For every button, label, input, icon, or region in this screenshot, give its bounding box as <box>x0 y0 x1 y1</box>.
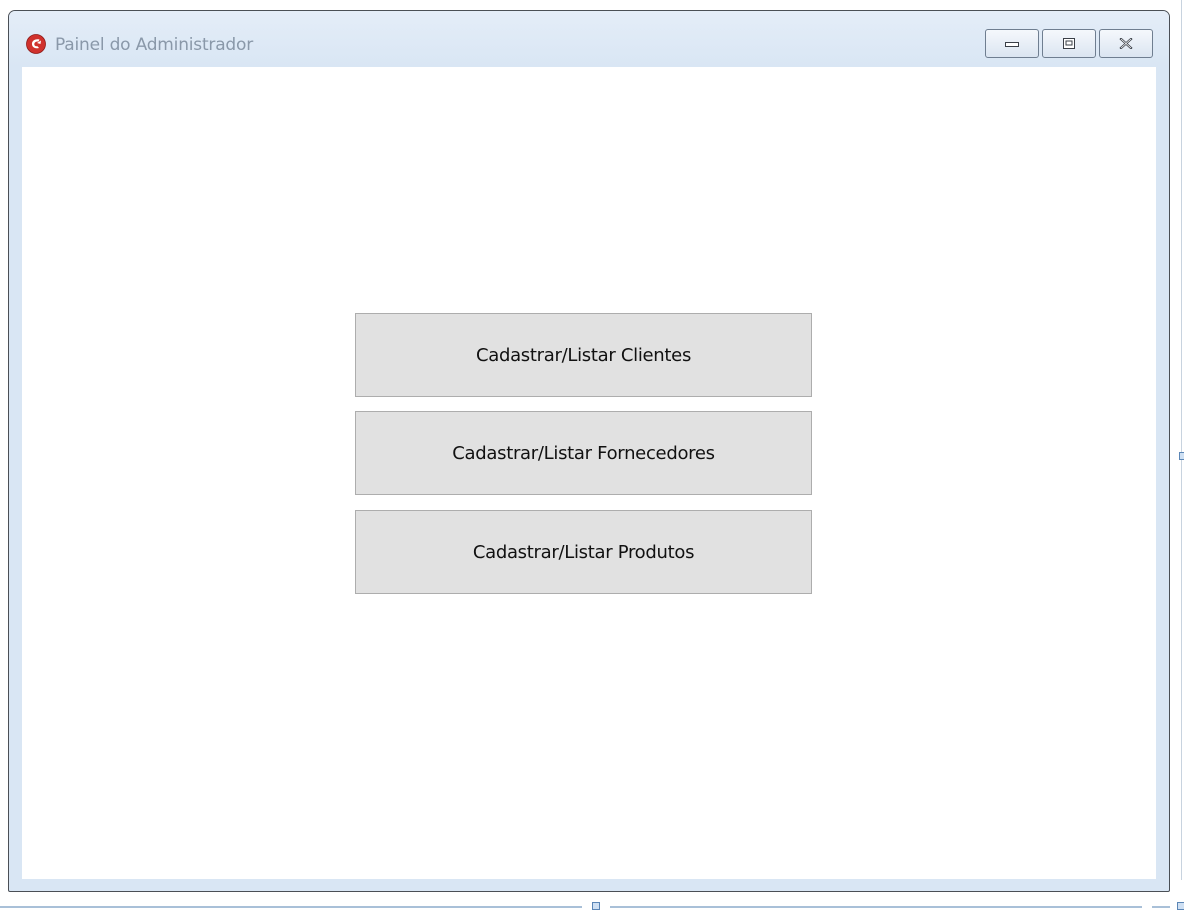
maximize-icon <box>1063 38 1075 49</box>
minimize-icon <box>1005 40 1019 48</box>
canvas-bottom-edge <box>610 906 1142 908</box>
canvas-bottom-edge <box>1152 906 1170 908</box>
caption-buttons <box>985 29 1153 58</box>
title-bar[interactable]: Painel do Administrador <box>9 11 1169 67</box>
canvas-resize-handle-corner[interactable] <box>1177 902 1184 910</box>
close-icon <box>1119 38 1133 49</box>
admin-panel-window: Painel do Administrador Cadastrar/Listar… <box>8 10 1170 892</box>
canvas-right-edge <box>1181 0 1182 880</box>
client-area: Cadastrar/Listar Clientes Cadastrar/List… <box>22 67 1156 879</box>
app-icon <box>26 34 46 54</box>
clientes-button[interactable]: Cadastrar/Listar Clientes <box>355 313 812 397</box>
produtos-button[interactable]: Cadastrar/Listar Produtos <box>355 510 812 594</box>
window-title: Painel do Administrador <box>55 35 253 55</box>
canvas-resize-handle-right[interactable] <box>1179 452 1184 460</box>
minimize-button[interactable] <box>985 29 1039 58</box>
canvas-bottom-edge <box>0 906 582 908</box>
fornecedores-button[interactable]: Cadastrar/Listar Fornecedores <box>355 411 812 495</box>
maximize-button[interactable] <box>1042 29 1096 58</box>
close-button[interactable] <box>1099 29 1153 58</box>
canvas-resize-handle-bottom[interactable] <box>592 902 600 910</box>
